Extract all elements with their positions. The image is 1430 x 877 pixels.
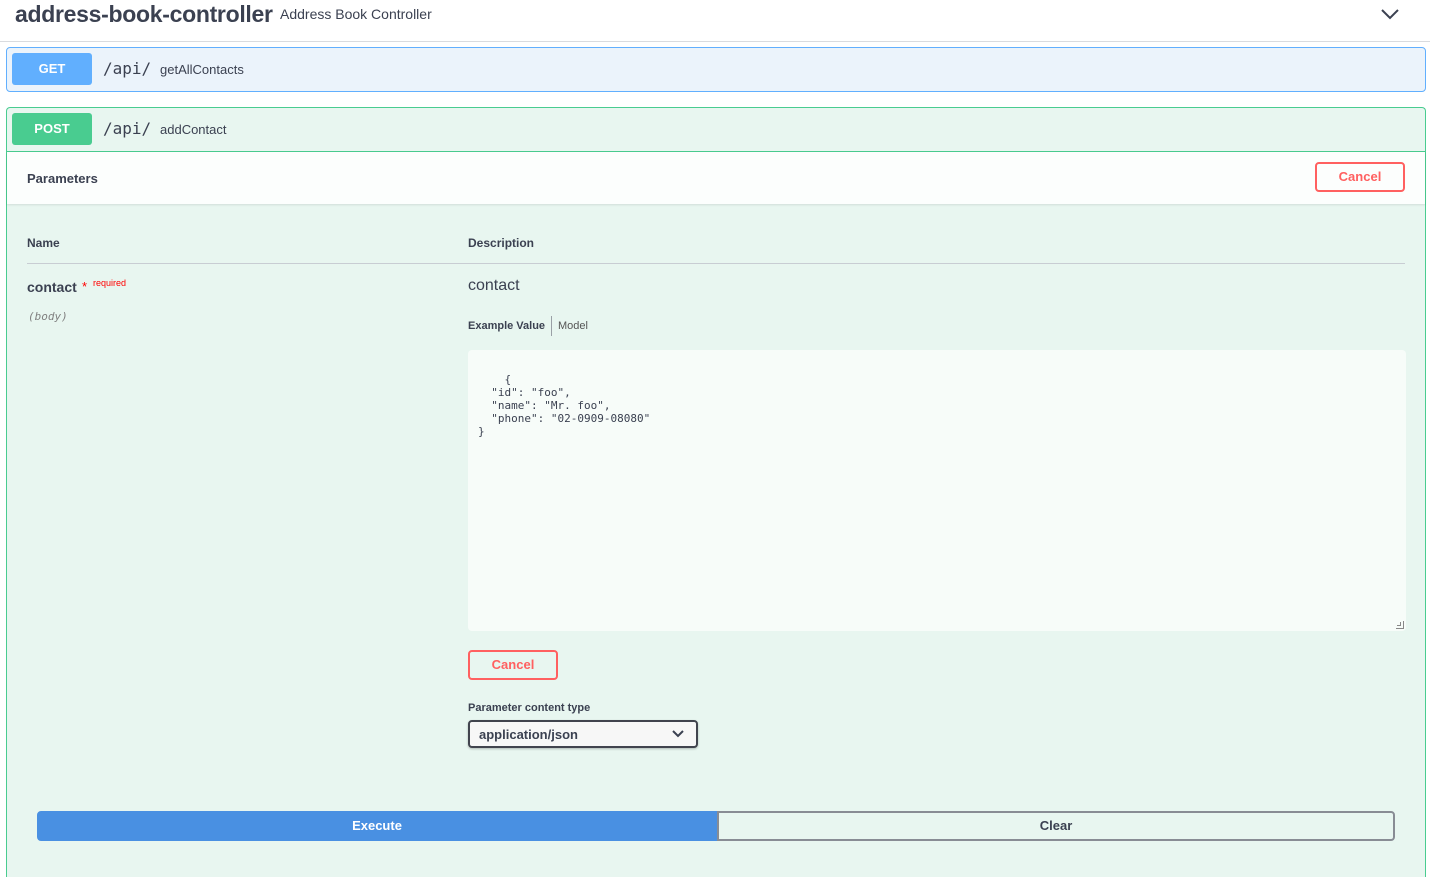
- opblock-summary-text: addContact: [160, 122, 227, 137]
- opblock-path: /api/: [103, 119, 152, 138]
- content-type-label: Parameter content type: [468, 702, 591, 714]
- clear-button[interactable]: Clear: [717, 811, 1395, 841]
- parameter-description: contact: [468, 277, 520, 294]
- resize-handle-icon[interactable]: [1396, 621, 1404, 629]
- chevron-down-icon: [672, 730, 684, 738]
- body-param-value: { "id": "foo", "name": "Mr. foo", "phone…: [478, 373, 651, 438]
- tag-header[interactable]: address-book-controller Address Book Con…: [0, 0, 1430, 42]
- required-star: *: [82, 279, 88, 294]
- cancel-button[interactable]: Cancel: [1315, 162, 1405, 192]
- chevron-down-icon[interactable]: [1379, 6, 1401, 22]
- cancel-button-body[interactable]: Cancel: [468, 650, 558, 680]
- tag-description: Address Book Controller: [280, 6, 432, 22]
- content-type-value: application/json: [479, 727, 578, 742]
- content-type-select[interactable]: application/json: [468, 720, 698, 748]
- parameters-title: Parameters: [27, 171, 98, 186]
- opblock-get: GET /api/ getAllContacts: [6, 47, 1426, 92]
- tag-title[interactable]: address-book-controller: [15, 1, 273, 28]
- parameters-header: Parameters Cancel: [7, 152, 1425, 204]
- column-header-name: Name: [27, 236, 60, 250]
- tab-example-value[interactable]: Example Value: [468, 320, 545, 332]
- execute-button[interactable]: Execute: [37, 811, 717, 841]
- method-badge-post: POST: [12, 113, 92, 145]
- parameter-in: (body): [28, 310, 68, 323]
- table-divider: [27, 263, 1405, 264]
- required-label: required: [93, 278, 127, 288]
- opblock-summary-text: getAllContacts: [160, 62, 244, 77]
- method-badge-get: GET: [12, 53, 92, 85]
- opblock-summary-post[interactable]: POST /api/ addContact: [7, 108, 1425, 152]
- parameter-name: contact: [27, 279, 77, 295]
- body-param-textarea[interactable]: { "id": "foo", "name": "Mr. foo", "phone…: [468, 350, 1406, 631]
- column-header-description: Description: [468, 236, 535, 250]
- opblock-summary-get[interactable]: GET /api/ getAllContacts: [7, 48, 1425, 92]
- tab-divider: [551, 316, 552, 336]
- tab-model[interactable]: Model: [558, 320, 588, 332]
- opblock-path: /api/: [103, 59, 152, 78]
- opblock-post: POST /api/ addContact Parameters Cancel …: [6, 107, 1426, 877]
